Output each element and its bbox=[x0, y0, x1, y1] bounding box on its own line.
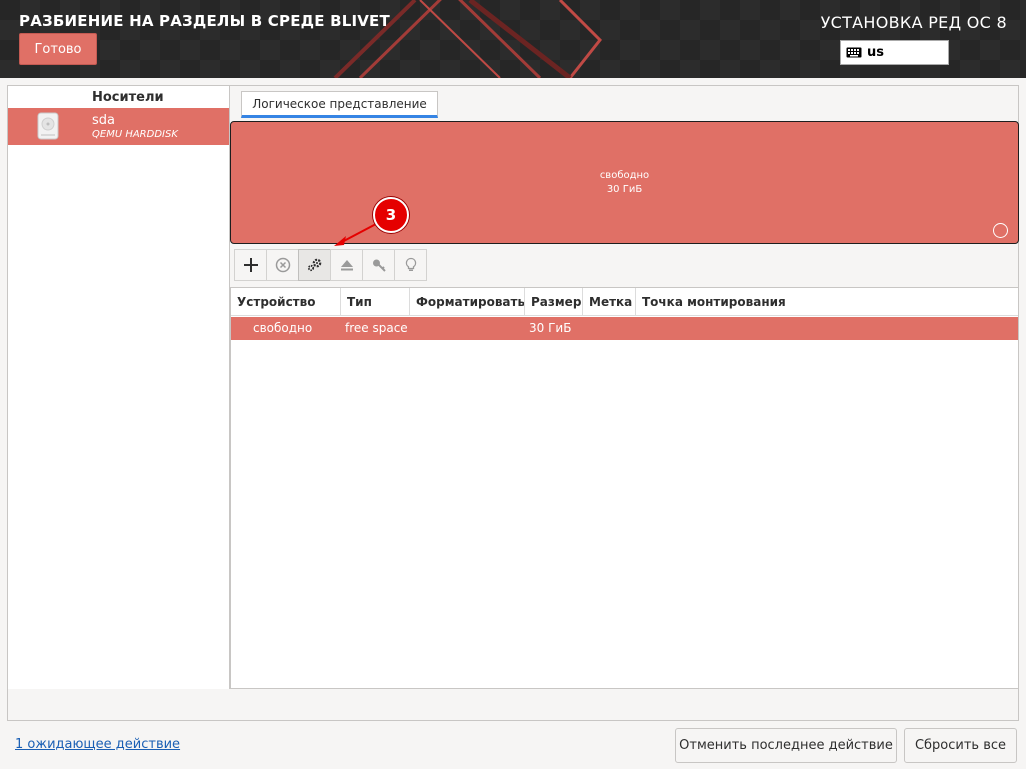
free-space-label: свободно bbox=[599, 170, 650, 181]
column-type[interactable]: Тип bbox=[341, 288, 410, 316]
undo-last-action-button[interactable]: Отменить последнее действие bbox=[675, 728, 897, 763]
keyboard-icon bbox=[846, 47, 862, 58]
main-panel: Носители sda QEMU HARDDISK Логическое пр… bbox=[7, 85, 1019, 721]
reset-all-button[interactable]: Сбросить все bbox=[904, 728, 1017, 763]
add-icon bbox=[243, 258, 258, 272]
keyboard-layout-label: us bbox=[867, 45, 884, 60]
annotation-arrow bbox=[334, 223, 377, 246]
annotation-step-badge: 3 bbox=[373, 197, 409, 233]
partition-table: Устройство Тип Форматировать Размер Метк… bbox=[230, 287, 1019, 689]
column-mountpoint[interactable]: Точка монтирования bbox=[636, 288, 1018, 316]
settings-gear-icon bbox=[307, 258, 321, 272]
done-button[interactable]: Готово bbox=[19, 33, 97, 65]
keyboard-layout-indicator[interactable]: us bbox=[840, 40, 949, 65]
harddisk-icon bbox=[37, 112, 59, 140]
lightbulb-icon bbox=[405, 257, 416, 271]
column-size[interactable]: Размер bbox=[525, 288, 583, 316]
unmount-button[interactable] bbox=[330, 249, 363, 281]
edit-button[interactable] bbox=[298, 249, 331, 281]
cell-device: свободно bbox=[253, 321, 313, 335]
delete-button[interactable] bbox=[266, 249, 299, 281]
device-list-header: Носители bbox=[92, 90, 164, 105]
selection-circle-icon bbox=[993, 223, 1008, 238]
free-space-block: свободно 30 ГиБ bbox=[231, 169, 1018, 197]
partition-toolbar bbox=[234, 249, 427, 281]
key-icon bbox=[372, 259, 386, 272]
device-name: sda bbox=[92, 113, 115, 128]
table-row[interactable]: свободно free space 30 ГиБ bbox=[231, 317, 1018, 340]
product-title: УСТАНОВКА РЕД ОС 8 bbox=[820, 13, 1007, 32]
delete-icon bbox=[275, 257, 290, 273]
cell-type: free space bbox=[345, 321, 408, 335]
device-item-sda[interactable]: sda QEMU HARDDISK bbox=[8, 108, 229, 145]
pending-actions-link[interactable]: 1 ожидающее действие bbox=[15, 737, 180, 752]
cell-size: 30 ГиБ bbox=[529, 321, 572, 335]
tab-logical-view[interactable]: Логическое представление bbox=[241, 91, 438, 118]
add-button[interactable] bbox=[234, 249, 267, 281]
column-device[interactable]: Устройство bbox=[231, 288, 341, 316]
eject-icon bbox=[340, 260, 353, 271]
device-list-panel: Носители sda QEMU HARDDISK bbox=[8, 86, 230, 689]
column-label[interactable]: Метка bbox=[583, 288, 636, 316]
column-format[interactable]: Форматировать bbox=[410, 288, 525, 316]
header-bar: РАЗБИЕНИЕ НА РАЗДЕЛЫ В СРЕДЕ BLIVET Гото… bbox=[0, 0, 1026, 78]
page-title: РАЗБИЕНИЕ НА РАЗДЕЛЫ В СРЕДЕ BLIVET bbox=[19, 12, 390, 30]
table-header: Устройство Тип Форматировать Размер Метк… bbox=[231, 288, 1018, 316]
decrypt-button[interactable] bbox=[362, 249, 395, 281]
device-model: QEMU HARDDISK bbox=[92, 129, 178, 140]
free-space-size: 30 ГиБ bbox=[606, 184, 643, 195]
info-button[interactable] bbox=[394, 249, 427, 281]
